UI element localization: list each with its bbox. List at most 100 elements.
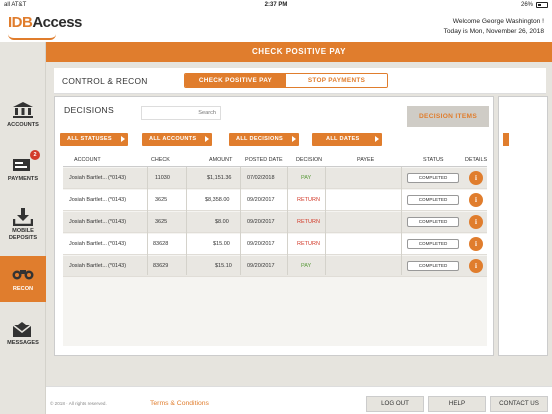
table-header: ACCOUNT CHECK AMOUNT POSTED DATE DECISIO… bbox=[63, 154, 487, 167]
today-text: Today is Mon, November 26, 2018 bbox=[443, 28, 544, 35]
main-panel: CONTROL & RECON CHECK POSITIVE PAY STOP … bbox=[46, 62, 552, 386]
footer: © 2018 · All rights reserved. Terms & Co… bbox=[46, 386, 552, 414]
cell-account: Josiah Bartlet... bbox=[69, 197, 107, 203]
section-header: CONTROL & RECON CHECK POSITIVE PAY STOP … bbox=[54, 68, 546, 94]
table-row[interactable]: Josiah Bartlet... (*0143) 3625 $8,358.00… bbox=[63, 190, 487, 211]
col-account: ACCOUNT bbox=[74, 157, 101, 163]
download-tray-icon bbox=[13, 208, 33, 226]
info-icon[interactable]: i bbox=[469, 215, 483, 229]
arrow-right-icon bbox=[375, 136, 379, 142]
info-icon[interactable]: i bbox=[469, 237, 483, 251]
column-divider bbox=[186, 167, 187, 275]
cell-account: Josiah Bartlet... bbox=[69, 241, 107, 247]
cell-check: 83629 bbox=[153, 263, 169, 269]
cell-amount: $8,358.00 bbox=[205, 197, 230, 203]
info-icon[interactable]: i bbox=[469, 193, 483, 207]
filter-accounts[interactable]: ALL ACCOUNTS bbox=[142, 133, 212, 146]
table-row[interactable]: Josiah Bartlet... (*0143) 11030 $1,151.3… bbox=[63, 168, 487, 189]
cell-amount: $1,151.36 bbox=[207, 175, 232, 181]
column-divider bbox=[325, 167, 326, 275]
filter-statuses[interactable]: ALL STATUSES bbox=[60, 133, 128, 146]
search-input[interactable] bbox=[141, 106, 221, 120]
status-badge: COMPLETED bbox=[407, 239, 459, 249]
cell-check: 83628 bbox=[153, 241, 169, 247]
tab-group: CHECK POSITIVE PAY STOP PAYMENTS bbox=[184, 73, 388, 88]
col-status: STATUS bbox=[423, 157, 444, 163]
payments-badge: 2 bbox=[30, 150, 40, 160]
col-posted-date: POSTED DATE bbox=[245, 157, 283, 163]
logout-button[interactable]: LOG OUT bbox=[366, 396, 424, 412]
decisions-card: DECISIONS DECISION ITEMS ALL STATUSES AL… bbox=[54, 96, 494, 356]
tab-check-positive-pay[interactable]: CHECK POSITIVE PAY bbox=[185, 74, 286, 87]
peek-filter-tab[interactable] bbox=[503, 133, 509, 146]
cell-acct-num: (*0143) bbox=[108, 175, 127, 181]
col-payee: PAYEE bbox=[357, 157, 375, 163]
help-button[interactable]: HELP bbox=[428, 396, 486, 412]
battery-percent: 26% bbox=[520, 2, 533, 8]
sidebar-item-payments[interactable]: 2 PAYMENTS bbox=[0, 150, 46, 196]
table-row[interactable]: Josiah Bartlet... (*0143) 3625 $8.00 09/… bbox=[63, 212, 487, 233]
arrow-right-icon bbox=[121, 136, 125, 142]
status-badge: COMPLETED bbox=[407, 217, 459, 227]
status-bar: all AT&T 2:37 PM 26% bbox=[0, 0, 552, 12]
cell-account: Josiah Bartlet... bbox=[69, 263, 107, 269]
cell-amount: $15.10 bbox=[215, 263, 232, 269]
sidebar-item-recon[interactable]: RECON bbox=[0, 256, 53, 302]
section-title: CONTROL & RECON bbox=[62, 76, 148, 86]
info-icon[interactable]: i bbox=[469, 259, 483, 273]
col-check: CHECK bbox=[151, 157, 170, 163]
table-row[interactable]: Josiah Bartlet... (*0143) 83628 $15.00 0… bbox=[63, 234, 487, 255]
cell-check: 3625 bbox=[155, 219, 168, 225]
sidebar-item-mobile-deposits[interactable]: MOBILE DEPOSITS bbox=[0, 204, 46, 250]
filter-decisions[interactable]: ALL DECISIONS bbox=[229, 133, 299, 146]
logo-access: Access bbox=[32, 14, 82, 31]
sidebar-item-label: PAYMENTS bbox=[7, 176, 39, 182]
cell-decision: RETURN bbox=[297, 241, 320, 247]
filter-label: ALL DECISIONS bbox=[236, 136, 283, 142]
sidebar-item-label-line1: MOBILE bbox=[12, 228, 34, 234]
col-amount: AMOUNT bbox=[209, 157, 233, 163]
status-badge: COMPLETED bbox=[407, 195, 459, 205]
status-badge: COMPLETED bbox=[407, 173, 459, 183]
clock: 2:37 PM bbox=[264, 2, 288, 8]
info-icon[interactable]: i bbox=[469, 171, 483, 185]
app-header: IDBAccess Welcome George Washington ! To… bbox=[0, 12, 552, 42]
terms-link[interactable]: Terms & Conditions bbox=[150, 400, 209, 407]
battery-icon bbox=[536, 2, 548, 8]
contact-us-button[interactable]: CONTACT US bbox=[490, 396, 548, 412]
welcome-text: Welcome George Washington ! bbox=[452, 18, 544, 25]
column-divider bbox=[240, 167, 241, 275]
arrow-right-icon bbox=[292, 136, 296, 142]
table-row[interactable]: Josiah Bartlet... (*0143) 83629 $15.10 0… bbox=[63, 256, 487, 277]
decisions-table: ACCOUNT CHECK AMOUNT POSTED DATE DECISIO… bbox=[63, 154, 487, 346]
cell-amount: $8.00 bbox=[215, 219, 229, 225]
cell-account: Josiah Bartlet... bbox=[69, 175, 107, 181]
logo-swoosh bbox=[8, 34, 56, 40]
cell-acct-num: (*0143) bbox=[108, 197, 127, 203]
sidebar-item-label: RECON bbox=[12, 286, 34, 292]
sidebar-item-accounts[interactable]: ACCOUNTS bbox=[0, 96, 46, 142]
filter-dates[interactable]: ALL DATES bbox=[312, 133, 382, 146]
sidebar-item-label: MESSAGES bbox=[7, 340, 39, 346]
cell-acct-num: (*0143) bbox=[108, 219, 127, 225]
welcome-block: Welcome George Washington ! Today is Mon… bbox=[444, 17, 544, 37]
filter-label: ALL ACCOUNTS bbox=[149, 136, 197, 142]
cell-decision: PAY bbox=[301, 175, 312, 181]
cell-posted-date: 09/20/2017 bbox=[247, 263, 275, 269]
cell-decision: RETURN bbox=[297, 197, 320, 203]
logo: IDBAccess bbox=[8, 14, 82, 31]
cell-posted-date: 09/20/2017 bbox=[247, 241, 275, 247]
filter-label: ALL STATUSES bbox=[67, 136, 112, 142]
tab-stop-payments[interactable]: STOP PAYMENTS bbox=[286, 74, 387, 87]
arrow-right-icon bbox=[205, 136, 209, 142]
sidebar-item-messages[interactable]: MESSAGES bbox=[0, 316, 46, 362]
cell-posted-date: 07/02/2018 bbox=[247, 175, 275, 181]
cell-posted-date: 09/20/2017 bbox=[247, 197, 275, 203]
status-badge: COMPLETED bbox=[407, 261, 459, 271]
page-banner: CHECK POSITIVE PAY bbox=[46, 42, 552, 62]
decisions-title: DECISIONS bbox=[64, 105, 114, 115]
sidebar: ACCOUNTS 2 PAYMENTS MOBILE DEPOSITS RECO… bbox=[0, 42, 53, 414]
decision-items-button[interactable]: DECISION ITEMS bbox=[407, 106, 489, 127]
column-divider bbox=[287, 167, 288, 275]
cell-decision: RETURN bbox=[297, 219, 320, 225]
